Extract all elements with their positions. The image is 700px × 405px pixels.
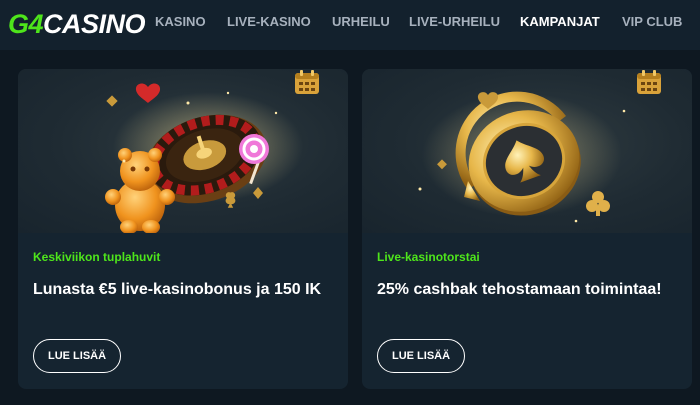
read-more-button[interactable]: LUE LISÄÄ — [377, 339, 466, 373]
nav-item-live-urheilu[interactable]: LIVE-URHEILU — [409, 14, 500, 29]
nav-item-kasino[interactable]: KASINO — [155, 14, 206, 29]
promo-title: Lunasta €5 live-kasinobonus ja 150 IK — [33, 281, 322, 298]
promo-hero-image — [362, 69, 692, 233]
calendar-icon — [295, 70, 319, 94]
main-nav: KASINO LIVE-KASINO URHEILU LIVE-URHEILU … — [0, 0, 700, 44]
nav-item-vip-club[interactable]: VIP CLUB — [622, 14, 682, 29]
nav-item-urheilu[interactable]: URHEILU — [332, 14, 390, 29]
promo-hero-image — [18, 69, 348, 233]
nav-item-live-kasino[interactable]: LIVE-KASINO — [227, 14, 311, 29]
top-navigation-bar: G4 CASINO KASINO LIVE-KASINO URHEILU LIV… — [0, 0, 700, 50]
read-more-button[interactable]: LUE LISÄÄ — [33, 339, 122, 373]
calendar-icon — [637, 70, 661, 94]
promo-title: 25% cashbak tehostamaan toimintaa! — [377, 281, 662, 298]
promo-card-wednesday[interactable]: Keskiviikon tuplahuvit Lunasta €5 live-k… — [18, 69, 348, 389]
promo-kicker: Keskiviikon tuplahuvit — [33, 250, 161, 264]
nav-item-kampanjat[interactable]: KAMPANJAT — [520, 14, 600, 29]
promo-card-thursday[interactable]: Live-kasinotorstai 25% cashbak tehostama… — [362, 69, 692, 389]
promo-kicker: Live-kasinotorstai — [377, 250, 480, 264]
